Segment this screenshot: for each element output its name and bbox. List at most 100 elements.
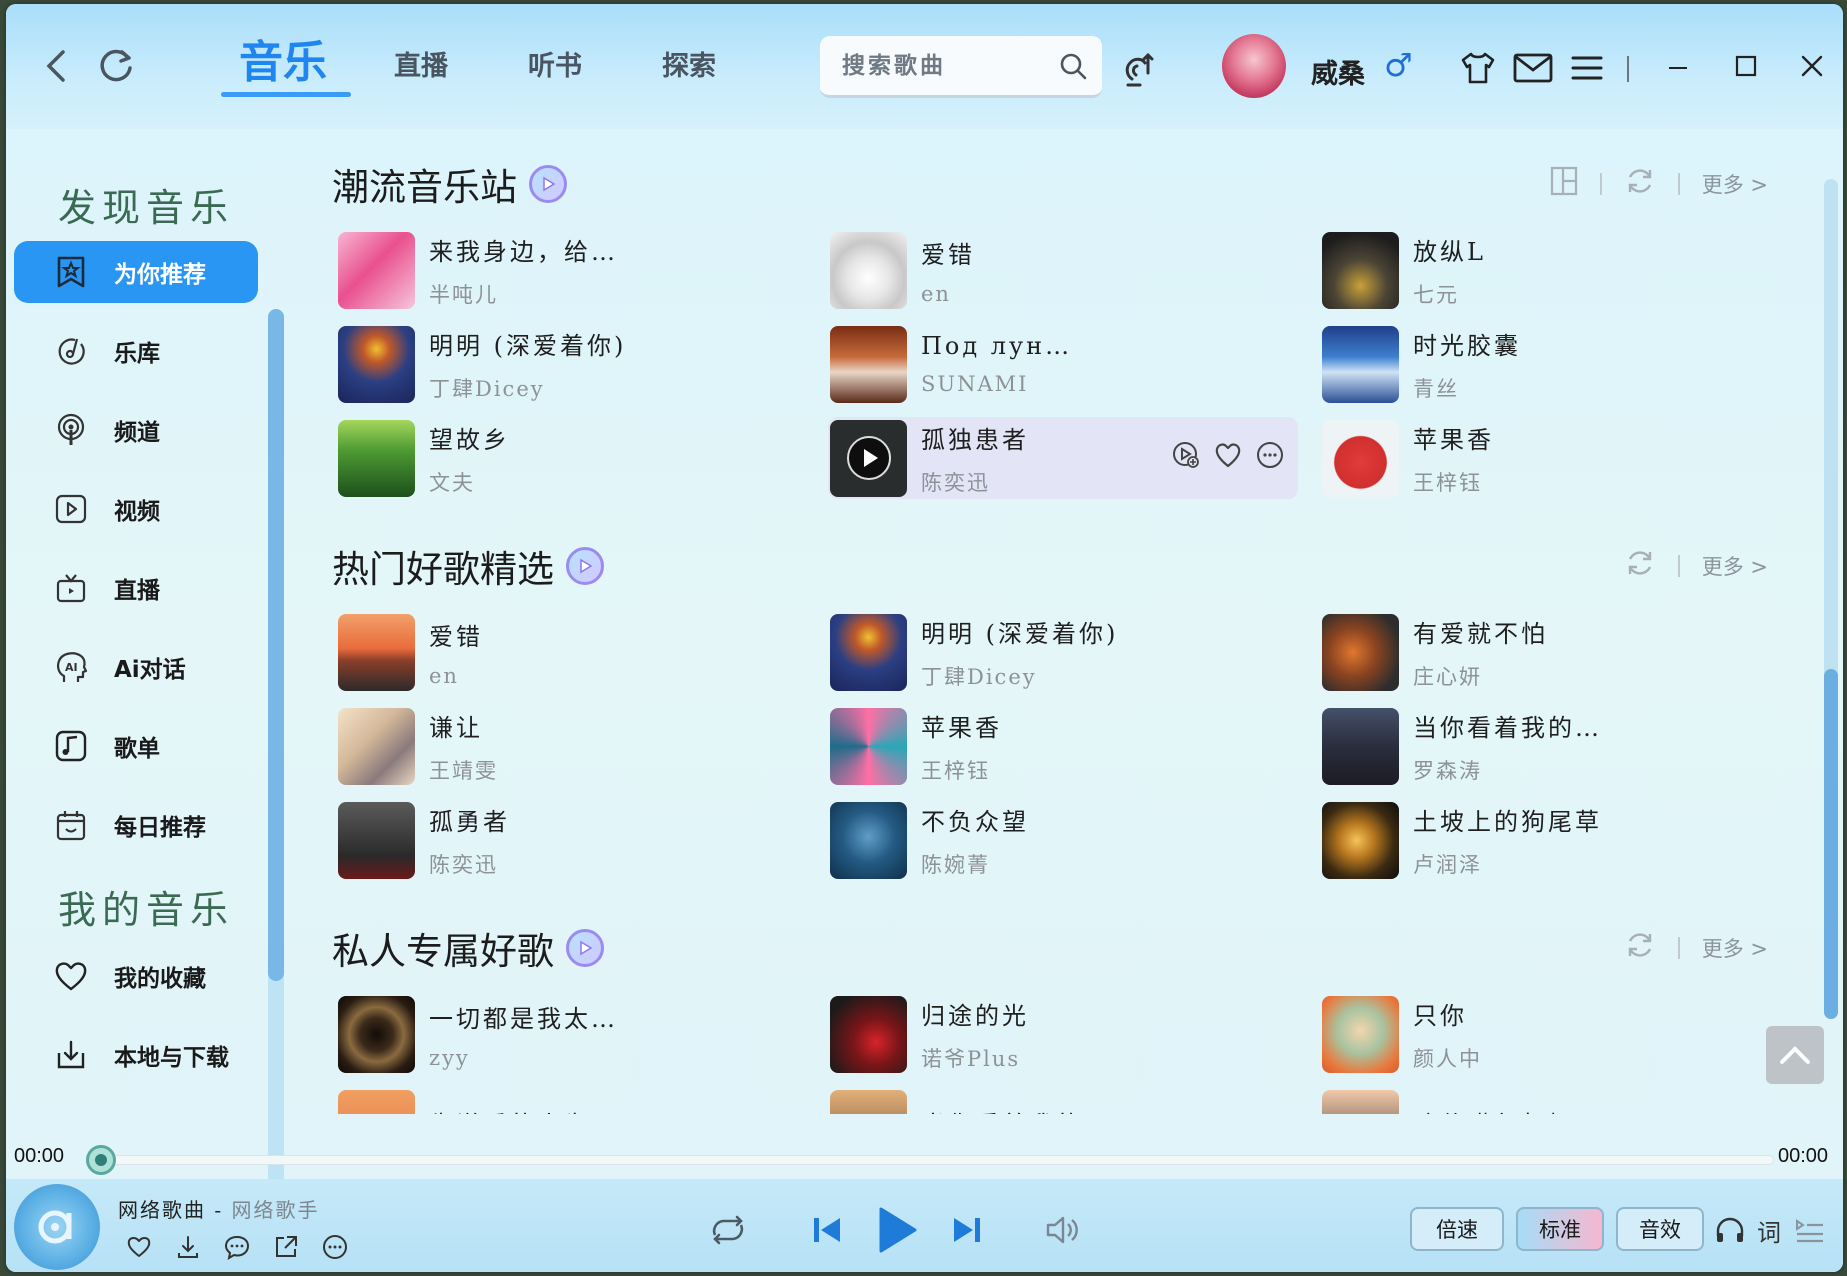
playlist-queue-icon[interactable] bbox=[1792, 1212, 1828, 1248]
repeat-mode-icon[interactable] bbox=[706, 1210, 750, 1250]
song-card[interactable]: 明明 (深爱着你) 丁肆Dicey bbox=[828, 611, 1298, 693]
search-icon[interactable] bbox=[1058, 51, 1088, 81]
sound-effect-button[interactable]: 音效 bbox=[1616, 1207, 1704, 1251]
menu-icon[interactable] bbox=[1568, 50, 1606, 86]
minimize-icon[interactable] bbox=[1660, 50, 1696, 86]
back-to-top-button[interactable] bbox=[1766, 1026, 1824, 1084]
song-card[interactable]: 当你看着我的… 罗森涛 bbox=[1320, 705, 1790, 787]
skin-shirt-icon[interactable] bbox=[1458, 48, 1498, 88]
voice-search-icon[interactable] bbox=[1116, 44, 1160, 90]
layout-toggle-icon[interactable] bbox=[1550, 166, 1578, 201]
song-card[interactable]: 土坡上的狗尾草 卢润泽 bbox=[1320, 799, 1790, 881]
avatar[interactable] bbox=[1222, 34, 1286, 98]
song-card[interactable]: 当你看着我的… bbox=[828, 1087, 1298, 1114]
sidebar-item-daily[interactable]: 每日推荐 bbox=[14, 794, 258, 856]
play-all-icon[interactable] bbox=[566, 929, 604, 967]
song-card[interactable]: 归途的光 诺爷Plus bbox=[828, 993, 1298, 1075]
play-all-icon[interactable] bbox=[529, 165, 567, 203]
song-title: 爱错 bbox=[429, 622, 483, 651]
sidebar-scrollbar-thumb[interactable] bbox=[268, 309, 284, 981]
share-icon[interactable] bbox=[271, 1232, 301, 1262]
more-options-icon[interactable] bbox=[1254, 439, 1286, 471]
headphones-icon[interactable] bbox=[1712, 1212, 1748, 1248]
play-button[interactable] bbox=[870, 1202, 924, 1258]
mail-icon[interactable] bbox=[1512, 50, 1554, 86]
sidebar-item-video[interactable]: 视频 bbox=[14, 478, 258, 540]
like-heart-icon[interactable] bbox=[1212, 439, 1244, 471]
progress-bar[interactable] bbox=[98, 1155, 1774, 1165]
song-card[interactable]: 明明 (深爱着你) 丁肆Dicey bbox=[336, 323, 806, 405]
quality-button[interactable]: 标准 bbox=[1516, 1207, 1604, 1251]
song-card[interactable]: 不负众望 陈婉菁 bbox=[828, 799, 1298, 881]
more-link[interactable]: 更多 > bbox=[1702, 551, 1768, 581]
tool-divider bbox=[1599, 172, 1602, 195]
song-card[interactable]: 先说爱的人为… bbox=[336, 1087, 806, 1114]
username[interactable]: 威桑 bbox=[1311, 52, 1365, 91]
add-to-playlist-icon[interactable] bbox=[1170, 439, 1202, 471]
progress-knob[interactable] bbox=[86, 1145, 116, 1175]
sidebar-item-live[interactable]: 直播 bbox=[14, 557, 258, 619]
song-card[interactable]: 放纵L 七元 bbox=[1320, 229, 1790, 311]
more-options-icon[interactable] bbox=[320, 1232, 350, 1262]
song-card[interactable]: 望故乡 文夫 bbox=[336, 417, 806, 499]
song-card[interactable]: 爱错 en bbox=[336, 611, 806, 693]
album-cover bbox=[830, 419, 907, 497]
song-card[interactable]: 喀什噶尔胡杨 bbox=[1320, 1087, 1790, 1114]
song-card[interactable]: 来我身边，给… 半吨儿 bbox=[336, 229, 806, 311]
like-heart-icon[interactable] bbox=[124, 1232, 154, 1262]
song-card[interactable]: 一切都是我太… zyy bbox=[336, 993, 806, 1075]
download-icon bbox=[54, 1038, 88, 1072]
song-card[interactable]: Под лун… SUNAMI bbox=[828, 323, 1298, 405]
previous-track-icon[interactable] bbox=[806, 1210, 848, 1250]
song-card[interactable]: 爱错 en bbox=[828, 229, 1298, 311]
more-link[interactable]: 更多 > bbox=[1702, 169, 1768, 199]
comment-icon[interactable] bbox=[222, 1232, 252, 1262]
sidebar-item-recommend[interactable]: 为你推荐 bbox=[14, 241, 258, 303]
sidebar-item-playlist[interactable]: 歌单 bbox=[14, 715, 258, 777]
song-card[interactable]: 孤勇者 陈奕迅 bbox=[336, 799, 806, 881]
sidebar-item-favorites[interactable]: 我的收藏 bbox=[14, 945, 258, 1007]
maximize-icon[interactable] bbox=[1728, 48, 1764, 84]
close-icon[interactable] bbox=[1794, 48, 1830, 84]
playback-speed-button[interactable]: 倍速 bbox=[1410, 1207, 1504, 1251]
song-card[interactable]: 谦让 王靖雯 bbox=[336, 705, 806, 787]
main-scrollbar-thumb[interactable] bbox=[1824, 669, 1838, 1019]
now-playing-title[interactable]: 网络歌曲 - 网络歌手 bbox=[118, 1194, 319, 1223]
refresh-list-icon[interactable] bbox=[1624, 165, 1656, 202]
refresh-list-icon[interactable] bbox=[1624, 929, 1656, 966]
volume-icon[interactable] bbox=[1042, 1210, 1082, 1250]
song-card[interactable]: 苹果香 王梓钰 bbox=[1320, 417, 1790, 499]
more-link[interactable]: 更多 > bbox=[1702, 933, 1768, 963]
section-title-private: 私人专属好歌 bbox=[332, 921, 604, 975]
album-cover bbox=[1322, 995, 1399, 1073]
song-artist: 颜人中 bbox=[1413, 1046, 1482, 1071]
song-artist: 罗森涛 bbox=[1413, 758, 1482, 783]
now-playing-disc[interactable] bbox=[14, 1184, 100, 1270]
lyrics-button[interactable]: 词 bbox=[1754, 1212, 1784, 1248]
song-card[interactable]: 时光胶囊 青丝 bbox=[1320, 323, 1790, 405]
back-arrow-icon[interactable] bbox=[36, 46, 76, 86]
sidebar-item-local-download[interactable]: 本地与下载 bbox=[14, 1024, 258, 1086]
sidebar-item-library[interactable]: 乐库 bbox=[14, 320, 258, 382]
download-icon[interactable] bbox=[173, 1232, 203, 1262]
tab-audiobook[interactable]: 听书 bbox=[528, 44, 582, 83]
tab-explore[interactable]: 探索 bbox=[662, 44, 716, 83]
refresh-icon[interactable] bbox=[94, 44, 138, 88]
song-card[interactable]: 苹果香 王梓钰 bbox=[828, 705, 1298, 787]
song-card[interactable]: 只你 颜人中 bbox=[1320, 993, 1790, 1075]
sidebar-item-label: 直播 bbox=[114, 578, 160, 604]
next-track-icon[interactable] bbox=[946, 1210, 988, 1250]
tab-music[interactable]: 音乐 bbox=[239, 26, 327, 90]
song-title: 只你 bbox=[1413, 1001, 1467, 1030]
song-artist: 王梓钰 bbox=[921, 758, 990, 783]
play-overlay-icon[interactable] bbox=[846, 435, 892, 481]
sidebar-item-channel[interactable]: 频道 bbox=[14, 399, 258, 461]
song-card[interactable]: 有爱就不怕 庄心妍 bbox=[1320, 611, 1790, 693]
tab-live[interactable]: 直播 bbox=[394, 44, 448, 83]
sidebar-item-ai-chat[interactable]: AI Ai对话 bbox=[14, 636, 258, 698]
search-input[interactable] bbox=[842, 52, 1052, 79]
play-all-icon[interactable] bbox=[566, 547, 604, 585]
album-cover bbox=[830, 801, 907, 879]
refresh-list-icon[interactable] bbox=[1624, 547, 1656, 584]
song-card-hover[interactable]: 孤独患者 陈奕迅 bbox=[828, 417, 1298, 499]
